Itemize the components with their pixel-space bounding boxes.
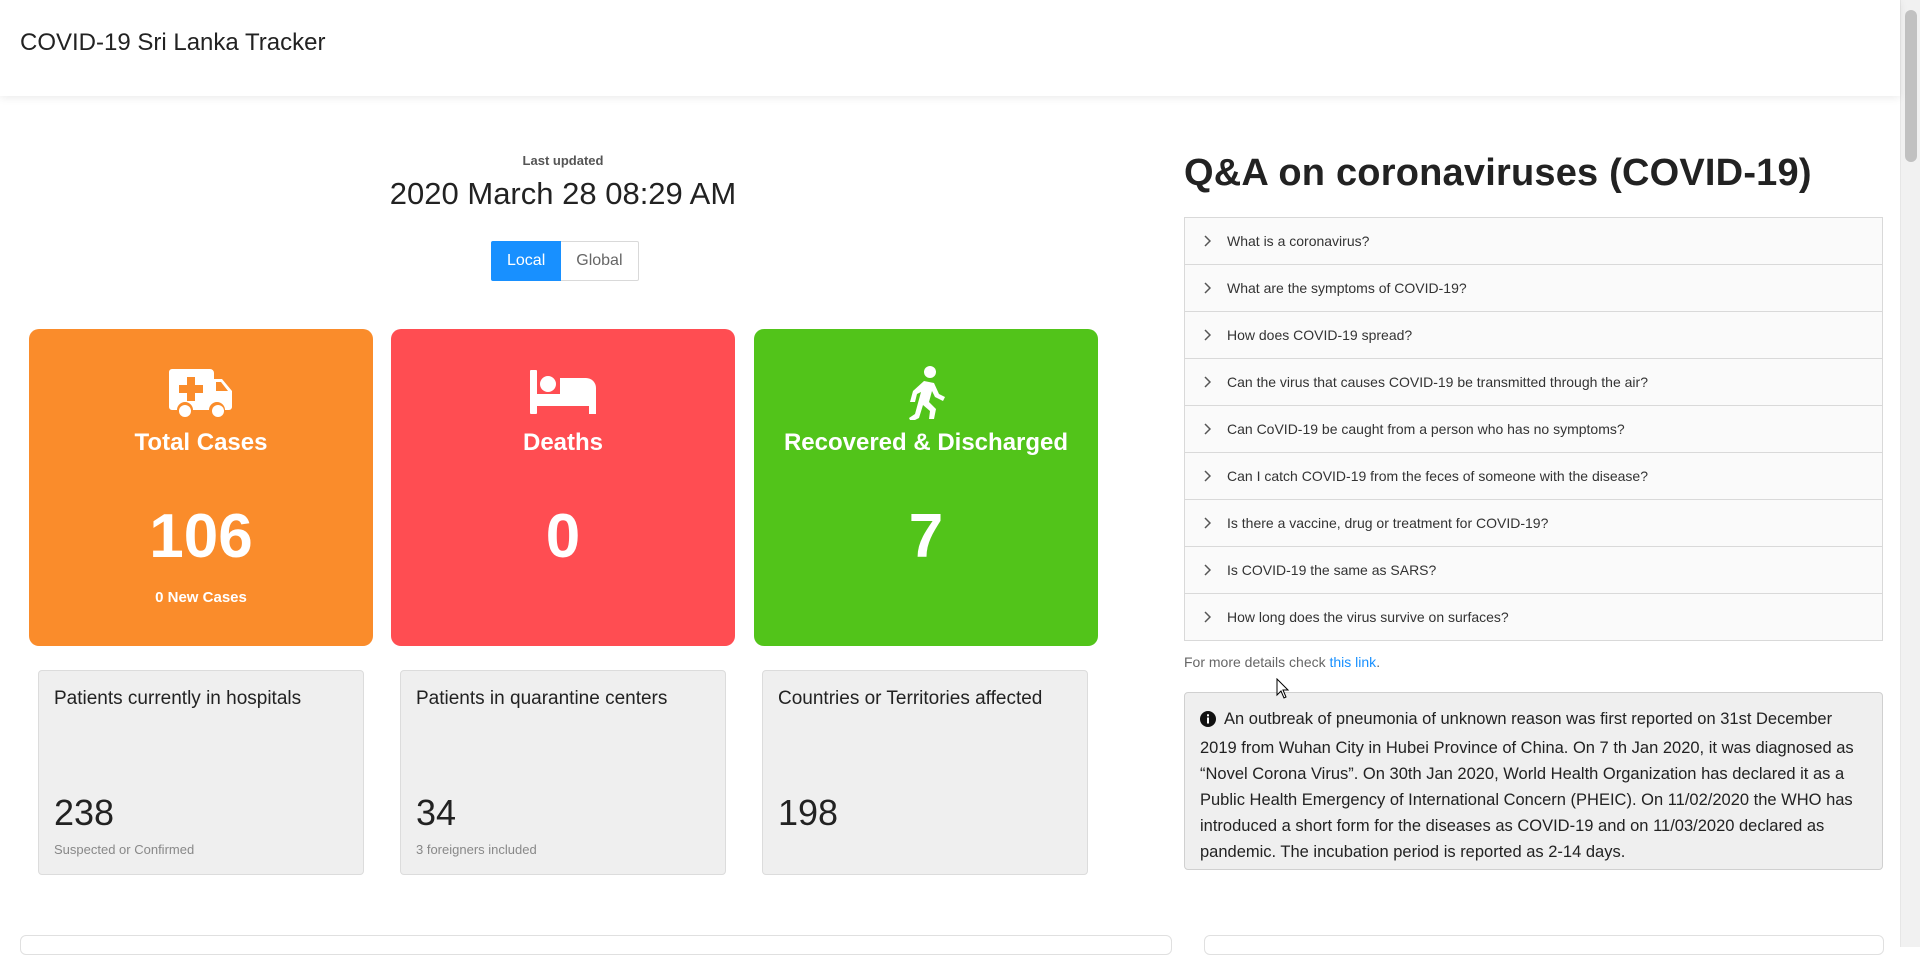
total-cases-card: Total Cases 106 0 New Cases — [29, 329, 373, 646]
card-title: Patients in quarantine centers — [416, 688, 668, 709]
qa-question: Can I catch COVID-19 from the feces of s… — [1227, 468, 1648, 484]
card-value: 238 — [54, 792, 115, 833]
qa-accordion: What is a coronavirus? What are the symp… — [1184, 217, 1883, 641]
chevron-right-icon — [1203, 235, 1223, 247]
more-prefix: For more details check — [1184, 654, 1330, 670]
more-details-link[interactable]: this link — [1330, 654, 1377, 670]
stat-value: 106 — [149, 502, 253, 571]
stat-sub: 0 New Cases — [155, 589, 247, 606]
card-title: Countries or Territories affected — [778, 688, 1043, 709]
chevron-right-icon — [1203, 517, 1223, 529]
qa-question: Can CoVID-19 be caught from a person who… — [1227, 421, 1625, 437]
qa-question: Is there a vaccine, drug or treatment fo… — [1227, 515, 1549, 531]
qa-item[interactable]: Can the virus that causes COVID-19 be tr… — [1185, 359, 1882, 406]
stat-value: 7 — [908, 502, 944, 571]
qa-item[interactable]: Is there a vaccine, drug or treatment fo… — [1185, 500, 1882, 547]
hospital-patients-card: Patients currently in hospitals 238 Susp… — [38, 670, 364, 875]
ambulance-icon — [29, 363, 373, 423]
info-circle-icon — [1200, 709, 1216, 735]
more-details: For more details check this link. — [1184, 654, 1380, 670]
qa-item[interactable]: Can CoVID-19 be caught from a person who… — [1185, 406, 1882, 453]
card-note: Suspected or Confirmed — [54, 842, 195, 857]
app-title[interactable]: COVID-19 Sri Lanka Tracker — [20, 29, 325, 57]
chevron-right-icon — [1203, 376, 1223, 388]
mouse-cursor-icon — [1276, 678, 1290, 699]
recovered-card: Recovered & Discharged 7 — [754, 329, 1098, 646]
chevron-right-icon — [1203, 329, 1223, 341]
qa-question: What is a coronavirus? — [1227, 233, 1370, 249]
qa-item[interactable]: What is a coronavirus? — [1185, 218, 1882, 265]
page-scrollbar[interactable] — [1900, 0, 1920, 947]
card-value: 34 — [416, 792, 457, 833]
card-note: 3 foreigners included — [416, 842, 537, 857]
walking-icon — [754, 363, 1098, 423]
qa-item[interactable]: Is COVID-19 the same as SARS? — [1185, 547, 1882, 594]
stat-title: Recovered & Discharged — [783, 429, 1069, 456]
quarantine-patients-card: Patients in quarantine centers 34 3 fore… — [400, 670, 726, 875]
last-updated-label: Last updated — [522, 153, 604, 168]
last-updated-time: 2020 March 28 08:29 AM — [389, 176, 737, 211]
card-title: Patients currently in hospitals — [54, 688, 302, 709]
navbar: COVID-19 Sri Lanka Tracker — [0, 0, 1900, 96]
chevron-right-icon — [1203, 564, 1223, 576]
stat-title: Total Cases — [134, 429, 268, 456]
more-suffix: . — [1376, 654, 1381, 670]
qa-item[interactable]: How does COVID-19 spread? — [1185, 312, 1882, 359]
qa-question: How long does the virus survive on surfa… — [1227, 609, 1509, 625]
qa-item[interactable]: What are the symptoms of COVID-19? — [1185, 265, 1882, 312]
chevron-right-icon — [1203, 423, 1223, 435]
chevron-right-icon — [1203, 470, 1223, 482]
local-button[interactable]: Local — [491, 241, 562, 281]
qa-question: What are the symptoms of COVID-19? — [1227, 280, 1467, 296]
qa-item[interactable]: Can I catch COVID-19 from the feces of s… — [1185, 453, 1882, 500]
qa-question: Is COVID-19 the same as SARS? — [1227, 562, 1437, 578]
stat-title: Deaths — [522, 429, 604, 456]
scrollbar-thumb[interactable] — [1905, 10, 1917, 162]
chevron-right-icon — [1203, 282, 1223, 294]
stat-value: 0 — [545, 502, 581, 571]
alert-text: An outbreak of pneumonia of unknown reas… — [1200, 710, 1854, 861]
qa-question: How does COVID-19 spread? — [1227, 327, 1413, 343]
qa-item[interactable]: How long does the virus survive on surfa… — [1185, 594, 1882, 640]
global-button[interactable]: Global — [561, 241, 639, 281]
outbreak-info-alert: An outbreak of pneumonia of unknown reas… — [1184, 692, 1883, 870]
deaths-card: Deaths 0 — [391, 329, 735, 646]
bottom-panel-left — [20, 935, 1172, 955]
chevron-right-icon — [1203, 611, 1223, 623]
bed-icon — [391, 363, 735, 423]
bottom-panel-right — [1204, 935, 1884, 955]
countries-affected-card: Countries or Territories affected 198 — [762, 670, 1088, 875]
card-value: 198 — [778, 792, 839, 833]
qa-title: Q&A on coronaviruses (COVID-19) — [1184, 152, 1812, 194]
scope-toggle: Local Global — [491, 241, 639, 281]
qa-question: Can the virus that causes COVID-19 be tr… — [1227, 374, 1648, 390]
